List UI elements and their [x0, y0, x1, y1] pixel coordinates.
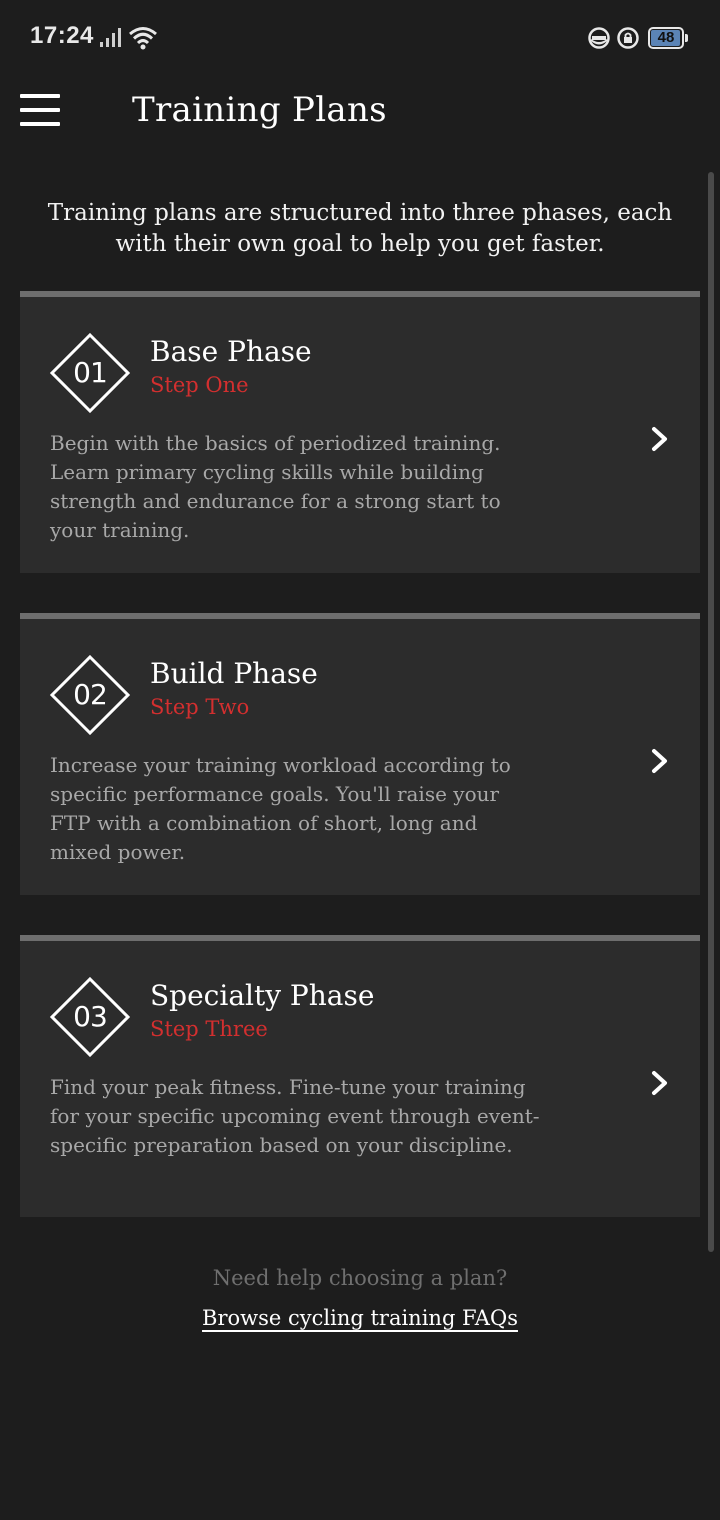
phase-description: Find your peak fitness. Fine-tune your t… — [50, 1075, 540, 1157]
app-header: Training Plans — [0, 78, 720, 158]
phase-step: Step Three — [150, 1017, 268, 1041]
battery-icon: 48 — [648, 27, 688, 49]
phase-card-build[interactable]: 02 Build Phase Step Two Increase your tr… — [20, 613, 700, 895]
status-bar: 17:24 48 — [0, 0, 720, 78]
phase-step: Step Two — [150, 695, 250, 719]
chevron-right-icon — [652, 749, 667, 773]
wifi-icon — [129, 27, 157, 50]
phase-number-badge: 01 — [50, 333, 130, 413]
phase-card-base[interactable]: 01 Base Phase Step One Begin with the ba… — [20, 291, 700, 573]
intro-text: Training plans are structured into three… — [47, 200, 673, 257]
dnd-icon — [588, 27, 610, 49]
phase-step: Step One — [150, 373, 249, 397]
phase-number-badge: 03 — [50, 977, 130, 1057]
signal-icon — [100, 28, 121, 47]
phase-description: Begin with the basics of periodized trai… — [50, 431, 501, 542]
phase-number-badge: 02 — [50, 655, 130, 735]
phase-description: Increase your training workload accordin… — [50, 753, 511, 864]
phase-title: Build Phase — [150, 657, 318, 690]
rotation-lock-icon — [617, 27, 639, 49]
hamburger-menu-icon[interactable] — [14, 88, 68, 136]
chevron-right-icon — [652, 1071, 667, 1095]
phase-title: Base Phase — [150, 335, 312, 368]
phase-title: Specialty Phase — [150, 979, 375, 1012]
battery-level: 48 — [657, 29, 675, 46]
chevron-right-icon — [652, 427, 667, 451]
phase-card-specialty[interactable]: 03 Specialty Phase Step Three Find your … — [20, 935, 700, 1217]
help-text: Need help choosing a plan? — [212, 1266, 508, 1290]
faq-link[interactable]: Browse cycling training FAQs — [0, 1306, 720, 1330]
status-time: 17:24 — [30, 22, 94, 49]
page-title: Training Plans — [132, 90, 387, 130]
scrollbar[interactable] — [708, 172, 714, 1252]
